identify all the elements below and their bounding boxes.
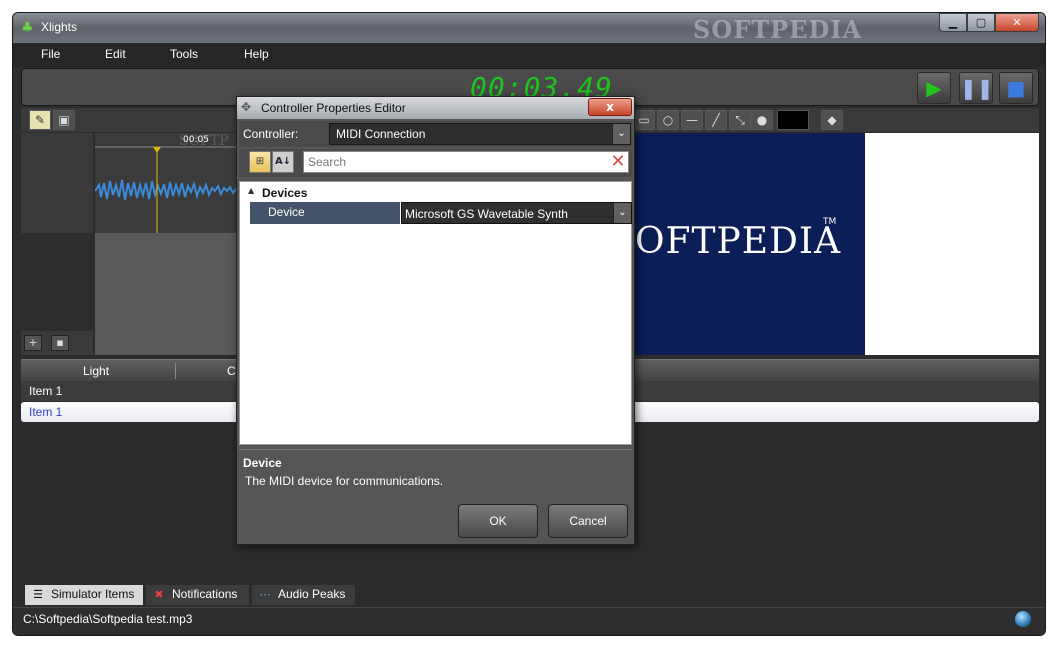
layers-icon: ▣	[58, 113, 70, 127]
chevron-down-icon[interactable]: ⌄	[612, 124, 630, 144]
lock-icon: ▪	[56, 336, 64, 349]
property-name[interactable]: Device	[250, 202, 400, 224]
controller-select[interactable]: MIDI Connection ⌄	[329, 123, 631, 145]
preview-canvas[interactable]: OFTPEDIA TM	[635, 133, 1039, 355]
line-tool-button[interactable]: —	[681, 110, 703, 130]
preview-tm-text: TM	[823, 217, 837, 227]
maximize-button[interactable]: ▢	[967, 13, 995, 32]
description-panel: Device The MIDI device for communication…	[239, 449, 632, 493]
ellipse-tool-button[interactable]: ○	[657, 110, 679, 130]
dialog-app-icon: ✥	[241, 100, 252, 114]
rectangle-tool-button[interactable]: ▭	[633, 110, 655, 130]
property-value-select[interactable]: Microsoft GS Wavetable Synth ⌄	[401, 202, 632, 224]
polyline-tool-button[interactable]: ⤡	[729, 110, 751, 130]
clear-search-icon[interactable]: ✕	[609, 153, 627, 171]
controller-properties-dialog: ✥ Controller Properties Editor x Control…	[236, 96, 635, 545]
app-tree-icon: ♣	[21, 20, 34, 36]
cancel-button[interactable]: Cancel	[548, 504, 628, 538]
column-separator[interactable]	[175, 363, 176, 379]
controller-select-value: MIDI Connection	[336, 127, 426, 141]
add-element-button[interactable]: +	[24, 335, 42, 351]
menu-help[interactable]: Help	[244, 47, 269, 61]
collapse-triangle-icon[interactable]: ▲	[248, 186, 254, 195]
palette-icon: ◆	[827, 113, 837, 127]
search-row: ⊞ A↓ ✕	[239, 149, 632, 177]
menu-edit[interactable]: Edit	[105, 47, 126, 61]
menu-tools[interactable]: Tools	[170, 47, 198, 61]
categorized-sort-button[interactable]: ⊞	[249, 151, 271, 173]
close-window-button[interactable]: ✕	[995, 13, 1039, 32]
sort-az-icon: A↓	[274, 156, 292, 167]
tab-simulator-items[interactable]: ☰ Simulator Items	[25, 585, 143, 605]
rectangle-icon: ▭	[638, 113, 650, 127]
element-panel: + ▪	[21, 133, 93, 355]
minimize-button[interactable]: ▁	[939, 13, 967, 32]
pencil-tool-button[interactable]: ✎	[29, 110, 51, 130]
controller-label: Controller:	[243, 127, 299, 141]
tab-label: Audio Peaks	[278, 587, 346, 601]
brush-tool-button[interactable]: ╱	[705, 110, 727, 130]
window-title: Xlights	[41, 20, 78, 34]
color-swatch[interactable]	[777, 110, 809, 130]
property-row[interactable]: Device Microsoft GS Wavetable Synth ⌄	[250, 202, 632, 224]
ellipse-icon: ○	[662, 113, 674, 127]
column-header-light[interactable]: Light	[83, 364, 109, 378]
property-grid: ▲ Devices Device Microsoft GS Wavetable …	[239, 181, 632, 445]
preview-banner: OFTPEDIA TM	[635, 133, 865, 355]
tab-notifications[interactable]: ✖ Notifications	[146, 585, 249, 605]
description-title: Device	[243, 456, 282, 470]
stop-button[interactable]: ■	[999, 72, 1033, 104]
chevron-down-icon[interactable]: ⌄	[613, 203, 631, 223]
dialog-close-button[interactable]: x	[588, 98, 632, 116]
palette-button[interactable]: ◆	[821, 110, 843, 130]
category-row[interactable]: ▲ Devices	[240, 184, 631, 202]
bulb-icon: ●	[756, 113, 768, 127]
tab-label: Simulator Items	[51, 587, 135, 601]
waveform-panel: 00:05 SOFTP	[95, 133, 243, 355]
menu-bar: File Edit Tools Help	[13, 43, 1045, 67]
search-input[interactable]	[303, 151, 629, 173]
preview-brand-text: OFTPEDIA	[635, 221, 842, 262]
bottom-tab-strip: ☰ Simulator Items ✖ Notifications ⋯ Audi…	[21, 585, 1039, 605]
brush-icon: ╱	[712, 113, 720, 127]
status-file-path: C:\Softpedia\Softpedia test.mp3	[23, 612, 193, 626]
bulb-tool-button[interactable]: ●	[751, 110, 773, 130]
tab-label: Notifications	[172, 587, 238, 601]
title-bar: ♣ Xlights SOFTPEDIA ▁ ▢ ✕	[13, 13, 1045, 44]
status-bar: C:\Softpedia\Softpedia test.mp3	[13, 607, 1045, 635]
select-tool-button[interactable]: ▣	[53, 110, 75, 130]
pencil-icon: ✎	[34, 113, 46, 127]
notification-icon: ✖	[154, 589, 164, 601]
waveform-box[interactable]: 00:05 SOFTP	[95, 133, 243, 233]
property-value: Microsoft GS Wavetable Synth	[405, 207, 568, 221]
pause-icon: ❚❚	[960, 76, 994, 100]
pause-button[interactable]: ❚❚	[959, 72, 994, 104]
description-text: The MIDI device for communications.	[245, 474, 444, 488]
category-name: Devices	[262, 186, 308, 200]
alphabetical-sort-button[interactable]: A↓	[272, 151, 294, 173]
dialog-title-bar: ✥ Controller Properties Editor x	[237, 97, 634, 119]
categorized-icon: ⊞	[255, 156, 265, 167]
element-list-area	[21, 233, 93, 331]
audio-peaks-icon: ⋯	[259, 589, 271, 601]
controller-row: Controller: MIDI Connection ⌄	[239, 121, 632, 147]
watermark-text: SOFTPEDIA	[693, 15, 863, 44]
polyline-icon: ⤡	[735, 113, 745, 127]
play-button[interactable]: ▶	[917, 72, 951, 104]
lock-button[interactable]: ▪	[51, 335, 69, 351]
dialog-title: Controller Properties Editor	[261, 101, 406, 115]
line-icon: —	[686, 113, 698, 127]
stop-icon: ■	[1006, 76, 1026, 100]
play-icon: ▶	[926, 76, 942, 100]
waveform-graphic	[95, 146, 243, 233]
globe-icon[interactable]	[1015, 611, 1031, 627]
ok-button[interactable]: OK	[458, 504, 538, 538]
tab-audio-peaks[interactable]: ⋯ Audio Peaks	[252, 585, 355, 605]
list-icon: ☰	[33, 589, 43, 601]
menu-file[interactable]: File	[41, 47, 60, 61]
